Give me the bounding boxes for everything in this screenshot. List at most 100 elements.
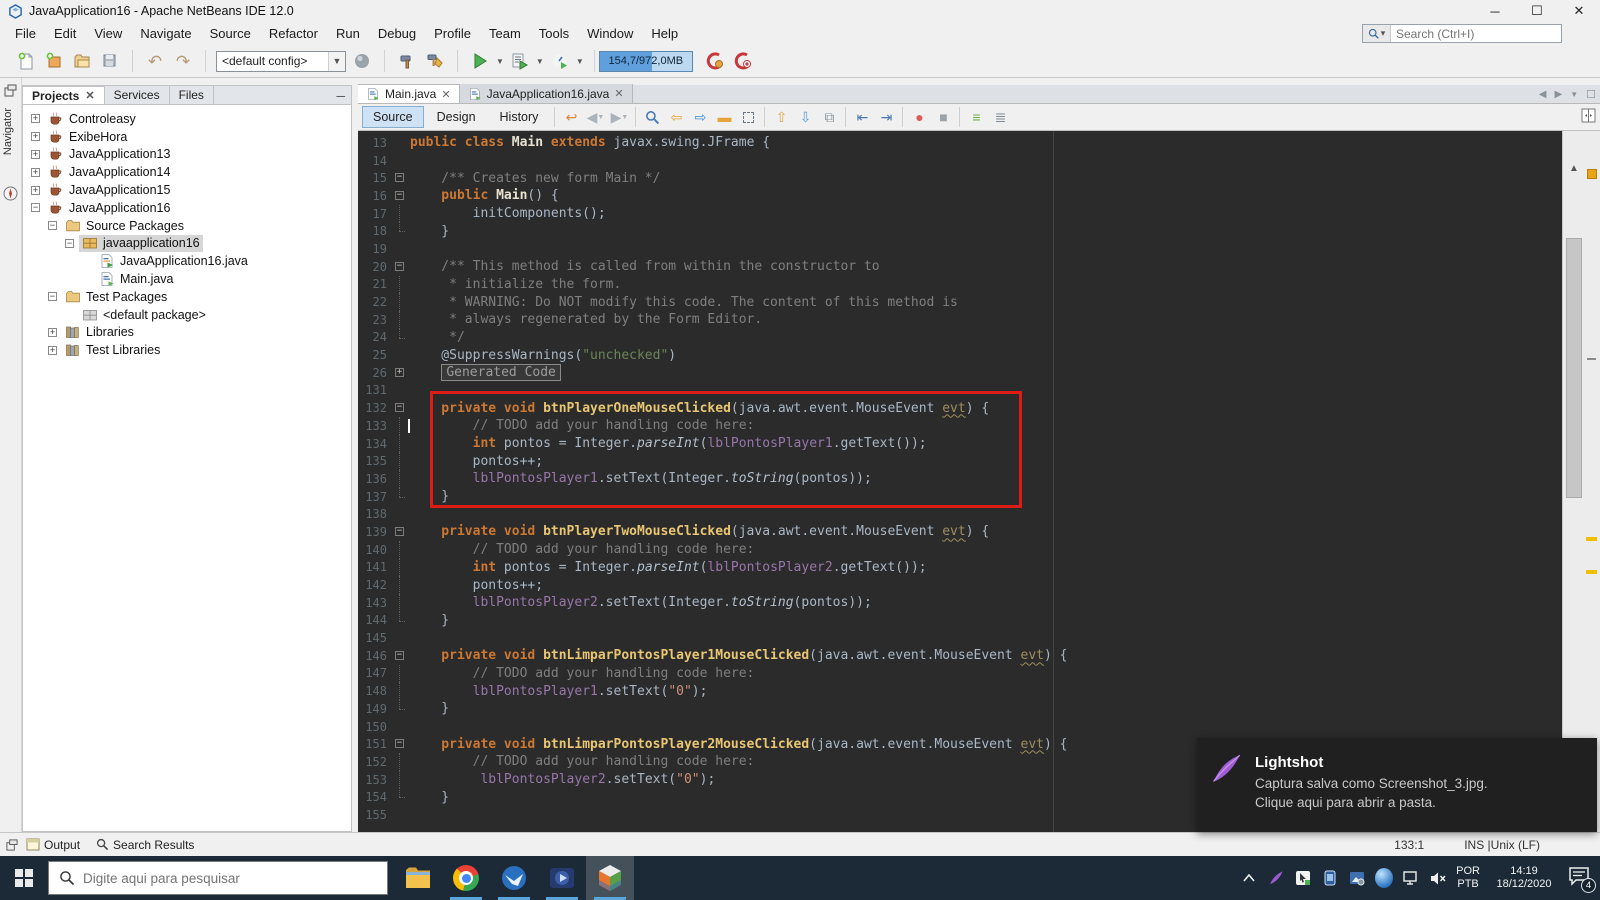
close-button[interactable]: ✕ — [1558, 0, 1600, 22]
save-all-button[interactable] — [98, 49, 122, 73]
language-indicator[interactable]: POR PTB — [1456, 865, 1480, 891]
shift-left-icon[interactable]: ⇤ — [851, 106, 873, 128]
tree-item-body[interactable]: Test Libraries — [62, 342, 163, 359]
expand-icon[interactable]: + — [31, 185, 40, 195]
split-editor-icon[interactable] — [1581, 108, 1596, 128]
tree-item-javaapplication16[interactable]: − JavaApplication16 — [23, 199, 351, 217]
tree-item-javaapplication14[interactable]: + JavaApplication14 — [23, 163, 351, 181]
redo-button[interactable]: ↷ — [171, 49, 195, 73]
move-down-icon[interactable]: ⇩ — [794, 106, 816, 128]
code-text[interactable]: } — [410, 790, 449, 805]
tree-item-body[interactable]: Libraries — [62, 324, 137, 341]
tree-item-body[interactable]: JavaApplication15 — [45, 182, 173, 199]
find-previous-icon[interactable]: ⇦ — [665, 106, 687, 128]
maximize-button[interactable]: ☐ — [1516, 0, 1558, 22]
collapse-icon[interactable]: − — [31, 203, 40, 213]
expand-icon[interactable]: + — [31, 132, 40, 142]
code-text[interactable]: int pontos = Integer.parseInt(lblPontosP… — [410, 560, 927, 575]
tree-item-controleasy[interactable]: + Controleasy — [23, 110, 351, 128]
code-text[interactable]: // TODO add your handling code here: — [410, 666, 755, 681]
action-center[interactable]: 4 — [1568, 866, 1596, 893]
code-text[interactable]: // TODO add your handling code here: — [410, 754, 755, 769]
fold-collapse-icon[interactable]: − — [395, 403, 404, 413]
dock-window-icon[interactable] — [4, 84, 17, 97]
build-project-button[interactable] — [395, 49, 419, 73]
collapse-icon[interactable]: − — [48, 221, 57, 231]
minimize-button[interactable]: ─ — [1474, 0, 1516, 22]
fold-expand-icon[interactable]: + — [395, 367, 404, 377]
tree-item-test-libraries[interactable]: + Test Libraries — [23, 341, 351, 359]
quick-search[interactable]: ▾ — [1362, 24, 1562, 43]
stripe-warning-mark[interactable] — [1586, 570, 1597, 574]
fold-collapse-icon[interactable]: − — [395, 527, 404, 537]
fold-column[interactable]: + — [392, 364, 410, 382]
minimize-panel-icon[interactable]: ─ — [336, 89, 345, 103]
code-text[interactable]: lblPontosPlayer2.setText("0"); — [410, 772, 715, 787]
code-text[interactable]: lblPontosPlayer1.setText("0"); — [410, 684, 708, 699]
toggle-highlight-icon[interactable]: ▬ — [713, 106, 735, 128]
open-project-button[interactable] — [70, 49, 94, 73]
fold-column[interactable]: − — [392, 187, 410, 205]
tree-item-source-packages[interactable]: − Source Packages — [23, 217, 351, 235]
profile-dropdown[interactable]: ▼ — [576, 57, 584, 66]
code-text[interactable]: public Main() { — [410, 188, 558, 203]
menu-help[interactable]: Help — [642, 24, 687, 43]
editor-scrollbar[interactable]: ▲ — [1562, 131, 1584, 832]
tree-item-body[interactable]: JavaApplication14 — [45, 164, 173, 181]
expand-icon[interactable]: + — [48, 345, 57, 355]
webstart-globe-button[interactable] — [350, 49, 374, 73]
code-text[interactable]: pontos++; — [410, 578, 543, 593]
panel-tab-files[interactable]: Files — [170, 86, 214, 104]
taskbar-explorer[interactable] — [394, 856, 442, 900]
fold-column[interactable]: − — [392, 169, 410, 187]
profiler-snapshot-button[interactable] — [703, 49, 727, 73]
tree-item-body[interactable]: JavaApplication16 — [45, 199, 173, 216]
menu-source[interactable]: Source — [201, 24, 260, 43]
profiler-stop-button[interactable] — [731, 49, 755, 73]
menu-edit[interactable]: Edit — [45, 24, 85, 43]
debug-project-button[interactable] — [508, 49, 532, 73]
collapse-icon[interactable]: − — [48, 292, 57, 302]
view-source-button[interactable]: Source — [362, 106, 424, 128]
fold-collapse-icon[interactable]: − — [395, 261, 404, 271]
stripe-status-warning[interactable] — [1587, 169, 1597, 179]
tree-item-main-java[interactable]: Main.java — [23, 270, 351, 288]
cursor-app-tray-icon[interactable] — [1294, 869, 1312, 887]
scroll-up-icon[interactable]: ▲ — [1563, 163, 1585, 174]
fold-column[interactable]: − — [392, 735, 410, 753]
maximize-editor-icon[interactable]: ☐ — [1586, 88, 1596, 101]
fold-collapse-icon[interactable]: − — [395, 739, 404, 749]
code-text[interactable]: /** This method is called from within th… — [410, 259, 879, 274]
find-next-icon[interactable]: ⇨ — [689, 106, 711, 128]
error-stripe[interactable] — [1584, 131, 1600, 832]
code-text[interactable]: lblPontosPlayer2.setText(Integer.toStrin… — [410, 595, 872, 610]
tree-item-javaapplication16[interactable]: − javaapplication16 — [23, 234, 351, 253]
lightshot-notification[interactable]: Lightshot Captura salva como Screenshot_… — [1197, 738, 1597, 832]
new-file-button[interactable] — [14, 49, 38, 73]
taskbar-search[interactable] — [48, 861, 388, 895]
tree-item-body[interactable]: JavaApplication13 — [45, 146, 173, 163]
uncomment-icon[interactable]: ≣ — [989, 106, 1011, 128]
editor-tab-main.java[interactable]: Main.java ✕ — [358, 84, 460, 103]
taskbar-media-app[interactable] — [538, 856, 586, 900]
code-text[interactable]: private void btnPlayerTwoMouseClicked(ja… — [410, 524, 989, 539]
network-icon[interactable] — [1402, 869, 1420, 887]
tray-expand-icon[interactable] — [1240, 869, 1258, 887]
close-icon[interactable]: ✕ — [85, 89, 94, 102]
profile-project-button[interactable] — [548, 49, 572, 73]
tree-item-javaapplication13[interactable]: + JavaApplication13 — [23, 146, 351, 164]
code-text[interactable]: /** Creates new form Main */ — [410, 171, 660, 186]
tree-item-body[interactable]: <default package> — [79, 306, 209, 323]
run-project-button[interactable] — [468, 49, 492, 73]
fold-collapse-icon[interactable]: − — [395, 650, 404, 660]
tree-item-test-packages[interactable]: − Test Packages — [23, 288, 351, 306]
code-text[interactable]: } — [410, 224, 449, 239]
fold-collapse-icon[interactable]: − — [395, 191, 404, 201]
lightshot-tray-icon[interactable] — [1267, 869, 1285, 887]
generated-code-fold[interactable]: Generated Code — [441, 364, 561, 382]
expand-icon[interactable]: + — [31, 149, 40, 159]
output-tab[interactable]: Output — [18, 838, 88, 852]
shift-right-icon[interactable]: ⇥ — [875, 106, 897, 128]
phone-app-tray-icon[interactable] — [1321, 869, 1339, 887]
fold-collapse-icon[interactable]: − — [395, 173, 404, 183]
